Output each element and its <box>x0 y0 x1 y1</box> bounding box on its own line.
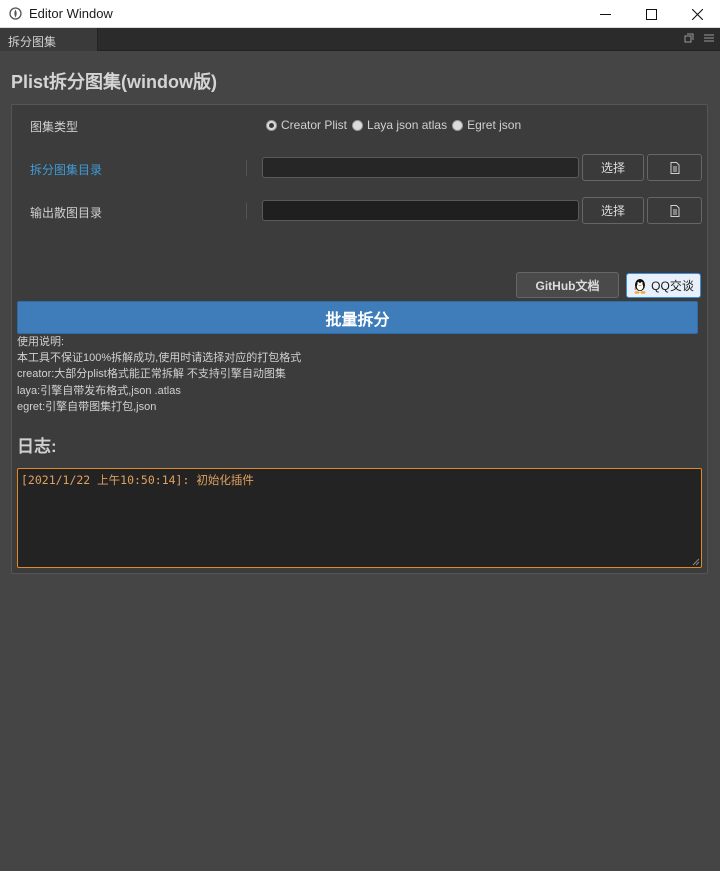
qq-penguin-icon <box>634 278 646 294</box>
output-dir-input[interactable] <box>262 200 579 221</box>
minimize-icon <box>599 13 611 15</box>
qq-chat-button[interactable]: QQ交谈 <box>626 273 701 298</box>
note-line: 本工具不保证100%拆解成功,使用时请选择对应的打包格式 <box>17 352 302 365</box>
batch-split-button[interactable]: 批量拆分 <box>17 301 698 334</box>
maximize-button[interactable] <box>628 0 674 28</box>
note-line: laya:引擎自带发布格式,json .atlas <box>17 384 181 397</box>
divider <box>246 203 247 219</box>
popout-icon[interactable] <box>684 33 694 43</box>
menu-icon[interactable] <box>704 33 714 43</box>
resize-grip-icon[interactable] <box>692 558 700 566</box>
split-dir-open-button[interactable] <box>647 154 702 181</box>
output-dir-open-button[interactable] <box>647 197 702 224</box>
radio-indicator <box>352 119 364 131</box>
log-title: 日志: <box>17 437 57 456</box>
log-textarea[interactable]: [2021/1/22 上午10:50:14]: 初始化插件 <box>17 468 702 568</box>
divider <box>246 160 247 176</box>
radio-creator-plist[interactable]: Creator Plist <box>266 118 347 132</box>
output-dir-choose-button[interactable]: 选择 <box>582 197 644 224</box>
minimize-button[interactable] <box>582 0 628 28</box>
tab-tools <box>684 33 714 43</box>
note-line: egret:引擎自带图集打包,json <box>17 400 157 413</box>
close-button[interactable] <box>674 0 720 28</box>
usage-notes: 使用说明: 本工具不保证100%拆解成功,使用时请选择对应的打包格式 creat… <box>17 334 301 415</box>
radio-selected-indicator <box>266 119 277 131</box>
split-dir-label: 拆分图集目录 <box>30 163 103 177</box>
tab-split-atlas[interactable]: 拆分图集 <box>0 28 98 51</box>
close-icon <box>691 8 703 20</box>
note-line: creator:大部分plist格式能正常拆解 不支持引擎自动图集 <box>17 368 286 381</box>
file-icon <box>670 204 679 217</box>
radio-label: Egret json <box>467 118 522 132</box>
atlas-type-label: 图集类型 <box>30 120 79 134</box>
tab-strip: 拆分图集 <box>0 28 720 51</box>
qq-chat-label: QQ交谈 <box>651 279 694 293</box>
file-icon <box>670 161 679 174</box>
note-line: 使用说明: <box>17 336 65 348</box>
page-title: Plist拆分图集(window版) <box>11 72 217 92</box>
log-entry: [2021/1/22 上午10:50:14]: 初始化插件 <box>21 473 254 487</box>
app-logo-icon <box>9 7 22 20</box>
window-title: Editor Window <box>29 6 113 21</box>
radio-label: Laya json atlas <box>367 118 448 132</box>
github-docs-button[interactable]: GitHub文档 <box>516 272 619 298</box>
split-dir-input[interactable] <box>262 157 579 178</box>
split-dir-choose-button[interactable]: 选择 <box>582 154 644 181</box>
window-titlebar: Editor Window <box>0 0 720 28</box>
atlas-type-radio-group: Creator Plist Laya json atlas Egret json <box>266 118 526 132</box>
radio-egret-json[interactable]: Egret json <box>452 118 521 132</box>
radio-indicator <box>452 119 464 131</box>
radio-laya-json-atlas[interactable]: Laya json atlas <box>352 118 447 132</box>
radio-label: Creator Plist <box>281 118 348 132</box>
maximize-icon <box>645 8 657 20</box>
output-dir-label: 输出散图目录 <box>30 206 103 220</box>
